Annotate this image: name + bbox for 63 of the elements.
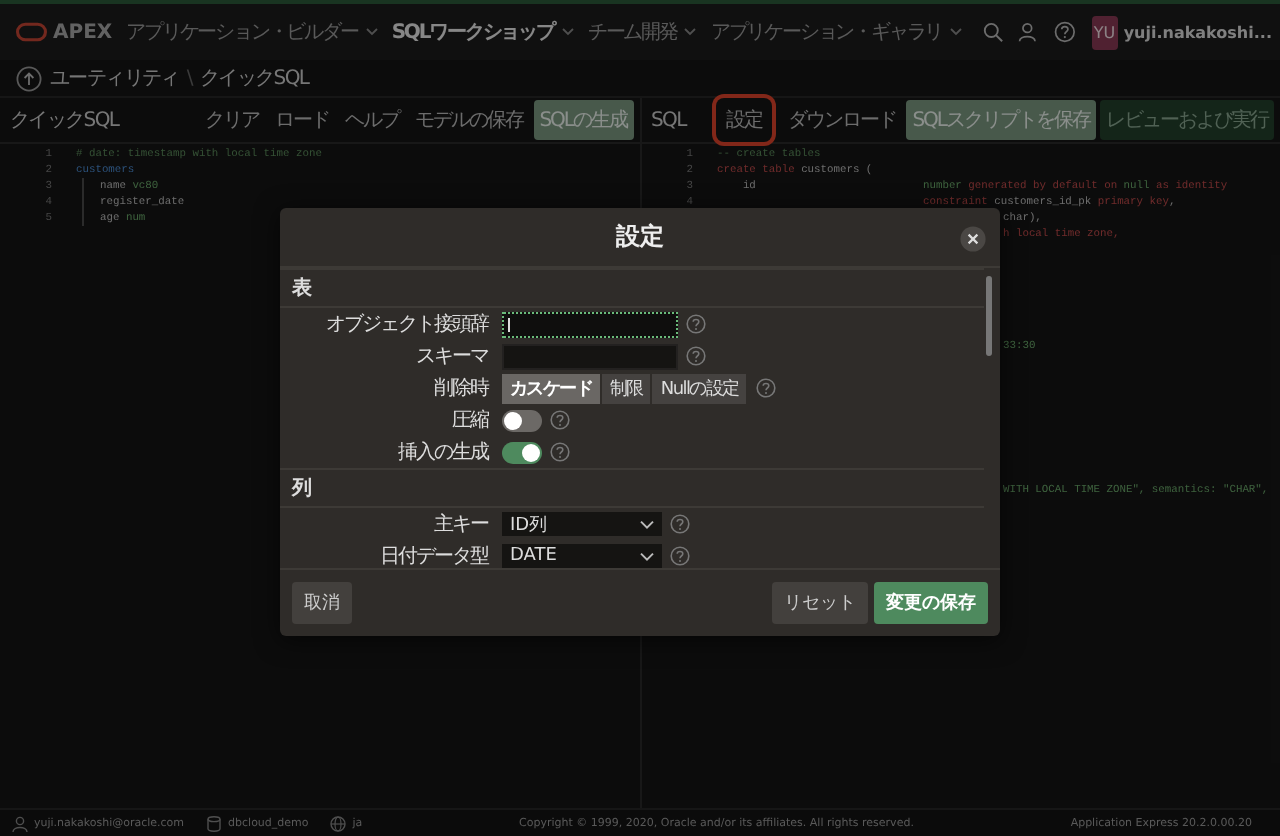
nav-menu[interactable]: SQLワークショップ bbox=[387, 18, 578, 46]
caret-icon bbox=[640, 551, 654, 561]
scrollbar-thumb[interactable] bbox=[986, 276, 992, 356]
select-field[interactable]: ID列 bbox=[502, 512, 662, 536]
cancel-button[interactable]: 取消 bbox=[292, 582, 352, 624]
toolbar-button[interactable]: ヘルプ bbox=[339, 100, 406, 140]
help-icon[interactable] bbox=[1053, 18, 1076, 46]
segment-button[interactable]: カスケード bbox=[502, 373, 603, 403]
toolbar-button[interactable]: 設定 bbox=[716, 98, 773, 142]
dialog-title: 設定 bbox=[616, 220, 664, 254]
breadcrumb-link[interactable]: ユーティリティ bbox=[50, 64, 179, 92]
caret-icon bbox=[950, 28, 963, 36]
field-label: 主キー bbox=[432, 511, 491, 538]
field-label: オブジェクト接頭辞 bbox=[324, 311, 491, 338]
caret-icon bbox=[640, 519, 654, 529]
help-icon[interactable] bbox=[686, 314, 706, 334]
logo-icon[interactable] bbox=[16, 20, 47, 44]
user-icon bbox=[12, 815, 28, 831]
save-button[interactable]: 変更の保存 bbox=[874, 582, 988, 624]
field-label: 削除時 bbox=[432, 375, 491, 402]
pane-title: クイックSQL bbox=[10, 108, 119, 134]
globe-icon bbox=[330, 815, 347, 831]
toolbar-button[interactable]: SQLの生成 bbox=[533, 100, 633, 140]
caret-icon bbox=[684, 28, 697, 36]
close-icon[interactable] bbox=[960, 226, 986, 252]
help-icon[interactable] bbox=[756, 378, 777, 398]
toolbar-button[interactable]: ロード bbox=[269, 100, 336, 140]
caret-icon bbox=[561, 28, 574, 36]
pane-title: SQL bbox=[651, 109, 686, 131]
user-avatar[interactable]: YU bbox=[1091, 15, 1118, 49]
input-field[interactable] bbox=[502, 343, 678, 369]
toolbar-button[interactable]: レビューおよび実行 bbox=[1100, 100, 1274, 140]
nav-menu[interactable]: アプリケーション・ギャラリ bbox=[706, 18, 967, 46]
select-field[interactable]: DATE bbox=[502, 544, 662, 568]
nav-menu[interactable]: アプリケーション・ビルダー bbox=[122, 18, 382, 46]
breadcrumb-separator: \ bbox=[186, 67, 192, 89]
field-label: 日付データ型 bbox=[378, 543, 491, 570]
user-name[interactable]: yuji.nakakoshi... bbox=[1123, 23, 1272, 41]
breadcrumb-current: クイックSQL bbox=[199, 66, 309, 92]
toolbar-button[interactable]: モデルの保存 bbox=[409, 100, 530, 140]
toolbar-button[interactable]: クリア bbox=[199, 100, 266, 140]
toolbar-button[interactable]: SQLスクリプトを保存 bbox=[906, 100, 1096, 140]
field-label: スキーマ bbox=[414, 344, 490, 370]
help-icon[interactable] bbox=[686, 346, 706, 366]
section-header: 表 bbox=[280, 268, 984, 308]
toggle-switch[interactable] bbox=[502, 441, 542, 463]
field-label: 挿入の生成 bbox=[396, 439, 491, 466]
database-icon bbox=[206, 815, 223, 831]
brand-name[interactable]: APEX bbox=[53, 21, 113, 43]
help-icon[interactable] bbox=[550, 410, 570, 430]
search-icon[interactable] bbox=[982, 18, 1004, 46]
caret-icon bbox=[365, 28, 378, 36]
toggle-switch[interactable] bbox=[502, 409, 542, 431]
reset-button[interactable]: リセット bbox=[772, 582, 868, 624]
help-icon[interactable] bbox=[670, 546, 690, 566]
input-field[interactable] bbox=[502, 311, 678, 337]
help-icon[interactable] bbox=[670, 514, 690, 534]
person-icon[interactable] bbox=[1017, 18, 1040, 46]
section-header: 列 bbox=[280, 468, 984, 508]
toolbar-button[interactable]: ダウンロード bbox=[782, 100, 903, 140]
help-icon[interactable] bbox=[550, 442, 570, 462]
nav-menu[interactable]: チーム開発 bbox=[583, 18, 701, 46]
field-label: 圧縮 bbox=[450, 407, 491, 434]
